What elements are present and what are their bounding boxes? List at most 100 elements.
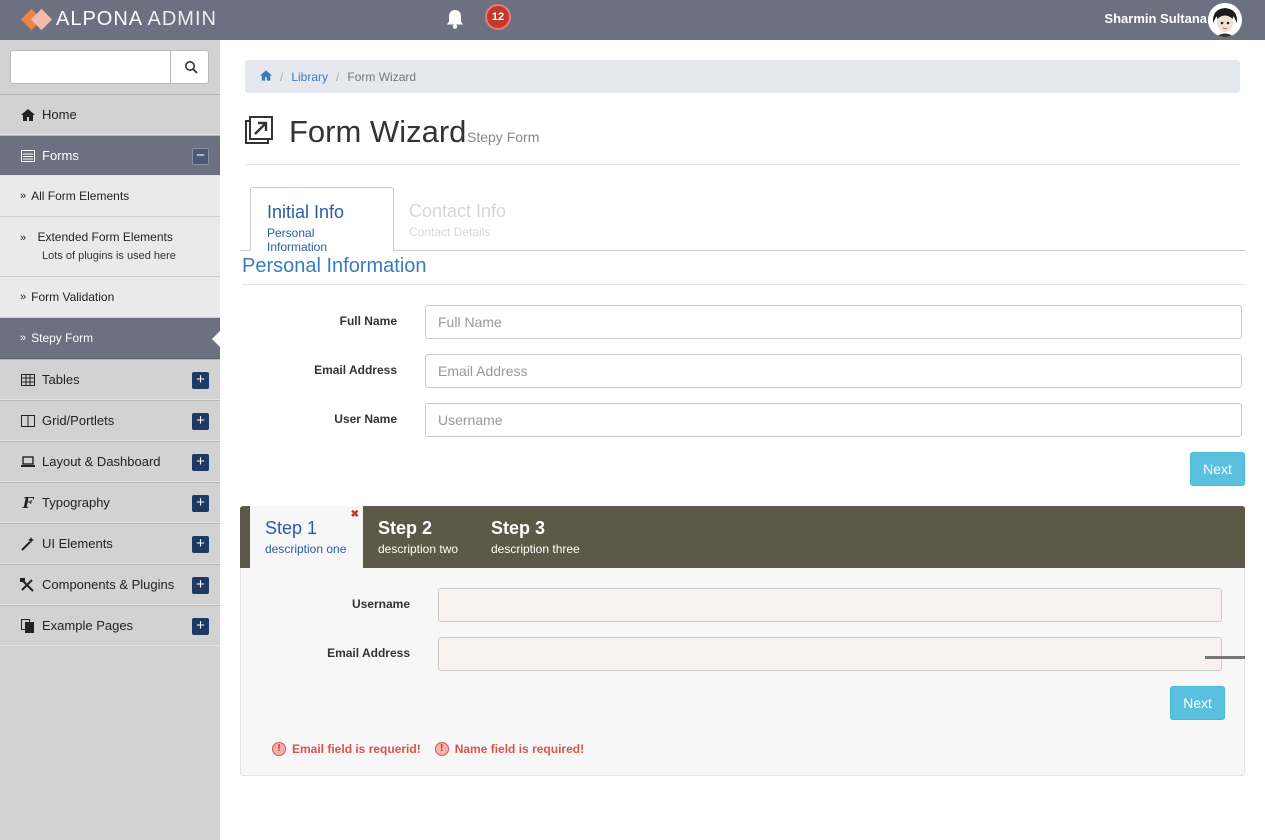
active-indicator <box>212 331 220 347</box>
sidebar-item-typography[interactable]: F Typography + <box>0 482 220 523</box>
columns-icon <box>20 413 36 429</box>
error-x-icon: ✖ <box>350 509 359 520</box>
step-title: Step 1 <box>265 518 318 538</box>
tab-desc: Contact Details <box>409 225 491 239</box>
sidebar-item-ui-elements[interactable]: UI Elements + <box>0 523 220 564</box>
step-desc: description three <box>491 542 580 556</box>
tab-title: Contact Info <box>409 201 507 221</box>
error-text: Email field is requerid! <box>292 742 421 756</box>
step-title: Step 3 <box>491 518 546 538</box>
error-message: ! Name field is required! <box>434 742 584 756</box>
full-name-input[interactable] <box>425 305 1242 339</box>
expand-icon[interactable]: + <box>192 618 209 635</box>
sidebar-item-home[interactable]: Home <box>0 94 220 135</box>
page-title: Form Wizard <box>289 114 467 149</box>
search-button[interactable] <box>172 51 209 83</box>
sidebar-subitem-extended-form-elements[interactable]: » Extended Form Elements Lots of plugins… <box>0 217 220 277</box>
sidebar-item-forms[interactable]: Forms − <box>0 135 220 176</box>
breadcrumb-current: Form Wizard <box>347 69 417 84</box>
page-header: Form Wizard Stepy Form <box>245 112 1240 165</box>
home-icon <box>20 107 36 123</box>
next-button[interactable]: Next <box>1190 452 1245 486</box>
form-row-full-name: Full Name <box>240 305 1245 339</box>
breadcrumb-separator: / <box>280 69 284 84</box>
stepy-next-button[interactable]: Next <box>1170 686 1225 720</box>
expand-icon[interactable]: + <box>192 536 209 553</box>
expand-icon[interactable]: + <box>192 372 209 389</box>
sidebar-subitem-form-validation[interactable]: » Form Validation <box>0 277 220 318</box>
sidebar-item-grid-portlets[interactable]: Grid/Portlets + <box>0 400 220 441</box>
sidebar-item-label: Forms <box>42 148 79 163</box>
expand-icon[interactable]: + <box>192 495 209 512</box>
wizard-tabs: Initial Info Personal Information Contac… <box>240 187 1245 254</box>
sidebar-item-label: Typography <box>42 495 110 510</box>
sidebar-subitem-all-form-elements[interactable]: » All Form Elements <box>0 176 220 217</box>
form-row-stepy-username: Username <box>241 588 1246 622</box>
full-name-label: Full Name <box>339 314 397 328</box>
username-input[interactable] <box>425 403 1242 437</box>
form-row-email: Email Address <box>240 354 1245 388</box>
email-label: Email Address <box>314 363 397 377</box>
sidebar: Home Forms − » All Form Elements » Exten… <box>0 40 220 840</box>
step-title: Step 2 <box>378 518 433 538</box>
tab-contact-info[interactable]: Contact Info Contact Details <box>393 187 522 251</box>
forms-icon <box>20 148 36 164</box>
sidebar-subitem-label: Extended Form Elements <box>37 230 173 244</box>
brand[interactable]: ALPONA ADMIN <box>20 8 217 31</box>
brand-name: ALPONA ADMIN <box>56 8 217 30</box>
stepy-wizard: Step 1 description one ✖ Step 2 descript… <box>240 506 1245 776</box>
alert-icon: ! <box>434 742 449 756</box>
laptop-icon <box>20 454 36 470</box>
alert-icon: ! <box>272 742 286 756</box>
home-icon[interactable] <box>260 69 272 84</box>
sidebar-item-example-pages[interactable]: Example Pages + <box>0 605 220 646</box>
collapse-icon[interactable]: − <box>192 148 209 165</box>
step-3[interactable]: Step 3 description three <box>476 506 595 568</box>
sidebar-item-layout-dashboard[interactable]: Layout & Dashboard + <box>0 441 220 482</box>
form-row-username: User Name <box>240 403 1245 437</box>
expand-icon[interactable]: + <box>192 577 209 594</box>
tab-title: Initial Info <box>267 202 345 222</box>
font-icon: F <box>22 493 34 512</box>
page-subtitle: Stepy Form <box>467 129 540 145</box>
sidebar-item-components-plugins[interactable]: Components & Plugins + <box>0 564 220 605</box>
sidebar-subitem-stepy-form[interactable]: » Stepy Form <box>0 318 220 359</box>
sidebar-item-label: Grid/Portlets <box>42 413 115 428</box>
magic-icon <box>20 536 36 552</box>
sidebar-item-label: Home <box>42 107 77 122</box>
sidebar-subitem-label: Form Validation <box>31 290 115 304</box>
table-icon <box>20 372 36 388</box>
user-name[interactable]: Sharmin Sultana <box>1104 11 1207 26</box>
sidebar-item-tables[interactable]: Tables + <box>0 359 220 400</box>
notification-badge[interactable]: 12 <box>485 4 511 30</box>
step-desc: description two <box>378 542 459 556</box>
username-label: Username <box>351 597 410 611</box>
chevron-right-icon: » <box>20 232 27 244</box>
search-input[interactable] <box>11 51 171 83</box>
avatar[interactable] <box>1208 3 1242 37</box>
steps-bar: Step 1 description one ✖ Step 2 descript… <box>240 506 1245 568</box>
error-list: ! Email field is requerid! ! Name field … <box>272 742 598 756</box>
step-desc: description one <box>265 542 347 556</box>
expand-icon[interactable]: + <box>192 454 209 471</box>
email-input[interactable] <box>425 354 1242 388</box>
fieldset-legend: Personal Information <box>242 255 1245 285</box>
error-message: ! Email field is requerid! <box>272 742 421 756</box>
stepy-username-input[interactable] <box>438 588 1222 622</box>
pages-icon <box>20 618 36 634</box>
sidebar-subitem-label: Stepy Form <box>31 331 94 345</box>
tools-icon <box>20 577 36 593</box>
resize-handle[interactable] <box>1205 656 1245 659</box>
breadcrumb-link-library[interactable]: Library <box>291 70 328 84</box>
bell-icon[interactable] <box>444 8 466 30</box>
username-label: User Name <box>334 412 397 426</box>
side-menu: Home Forms − » All Form Elements » Exten… <box>0 94 220 646</box>
stepy-email-input[interactable] <box>438 637 1222 671</box>
breadcrumb: / Library / Form Wizard <box>245 60 1240 93</box>
step-2[interactable]: Step 2 description two <box>363 506 473 568</box>
step-1[interactable]: Step 1 description one ✖ <box>250 506 363 568</box>
expand-icon[interactable]: + <box>192 413 209 430</box>
tab-initial-info[interactable]: Initial Info Personal Information <box>250 187 394 254</box>
sidebar-item-label: Example Pages <box>42 618 134 633</box>
search-icon <box>184 61 198 74</box>
